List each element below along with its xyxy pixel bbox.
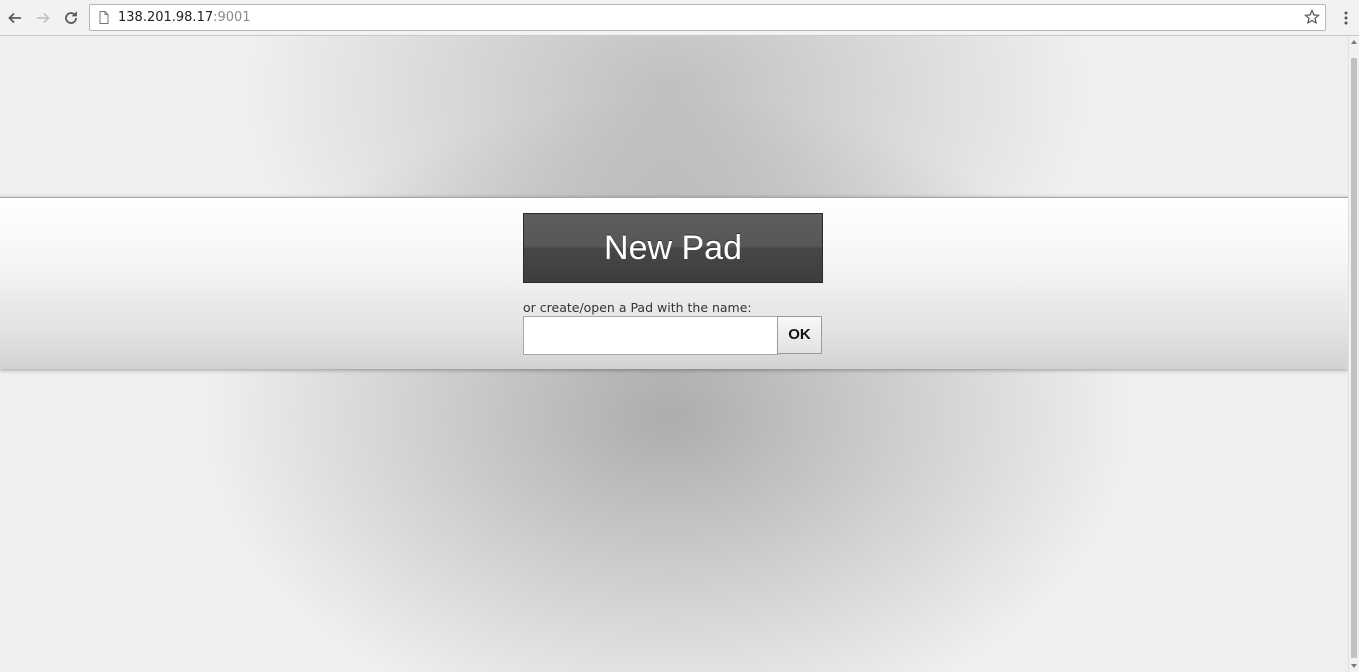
url-host: 138.201.98.17: [118, 10, 214, 25]
scroll-down-arrow-icon[interactable]: [1351, 664, 1357, 668]
forward-button[interactable]: [31, 6, 55, 30]
page-viewport: New Pad or create/open a Pad with the na…: [0, 36, 1348, 672]
url-port: :9001: [213, 10, 251, 25]
forward-arrow-icon: [37, 12, 50, 24]
kebab-menu-icon: [1344, 11, 1348, 25]
ok-button[interactable]: OK: [777, 316, 822, 354]
reload-button[interactable]: [59, 6, 83, 30]
pad-name-input[interactable]: [523, 316, 778, 355]
url-text[interactable]: 138.201.98.17:9001: [118, 5, 251, 30]
pad-panel: New Pad or create/open a Pad with the na…: [0, 197, 1348, 369]
browser-menu-button[interactable]: [1336, 6, 1356, 30]
back-button[interactable]: [3, 6, 27, 30]
page-icon: [99, 11, 109, 24]
browser-toolbar: 138.201.98.17:9001: [0, 0, 1359, 36]
star-icon[interactable]: [1304, 9, 1320, 25]
back-arrow-icon: [8, 12, 21, 24]
scroll-thumb[interactable]: [1351, 58, 1357, 658]
new-pad-button[interactable]: New Pad: [523, 213, 823, 283]
pad-name-prompt: or create/open a Pad with the name:: [523, 300, 752, 315]
scroll-up-arrow-icon[interactable]: [1351, 40, 1357, 44]
reload-icon: [65, 11, 77, 24]
vertical-scrollbar[interactable]: [1348, 36, 1359, 672]
address-bar[interactable]: 138.201.98.17:9001: [89, 4, 1326, 31]
